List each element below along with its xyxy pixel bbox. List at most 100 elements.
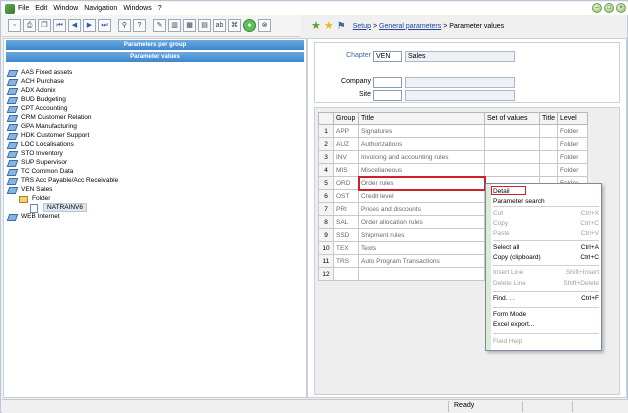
table-row[interactable]: 3 INV Invoicing and accounting rules Folder <box>318 150 588 164</box>
cell-group[interactable]: ORD <box>333 176 359 190</box>
cell-set-of-values[interactable] <box>484 137 540 151</box>
text-icon[interactable]: ▤ <box>198 19 211 32</box>
menu-file[interactable]: File <box>18 5 29 12</box>
context-item-find[interactable]: Find. . . Ctrl+F <box>493 294 599 303</box>
table-row[interactable]: 1 APP Signatures Folder <box>318 124 588 138</box>
context-item-parameter-search[interactable]: Parameter search <box>493 197 599 206</box>
cell-title[interactable]: Invoicing and accounting rules <box>358 150 485 164</box>
tree-item[interactable]: LOC Localisations <box>8 140 306 149</box>
menu-navigation[interactable]: Navigation <box>84 5 117 12</box>
cell-title[interactable]: Prices and discounts <box>358 202 485 216</box>
next-icon[interactable]: ▶ <box>83 19 96 32</box>
go-icon[interactable]: ● <box>243 19 256 32</box>
first-icon[interactable]: ⏮ <box>53 19 66 32</box>
prev-icon[interactable]: ◀ <box>68 19 81 32</box>
cell-level[interactable]: Folder <box>557 163 588 177</box>
chapter-code-field[interactable]: VEN <box>373 51 402 62</box>
tree-item[interactable]: VEN Sales <box>8 185 306 194</box>
tree-item[interactable]: GPA Manufacturing <box>8 122 306 131</box>
favorite-add-icon[interactable]: ★ <box>311 20 321 32</box>
tree-item[interactable]: NATRAINV6 <box>8 203 306 213</box>
tree-item[interactable]: ADX Adonix <box>8 86 306 95</box>
grid-header-level[interactable]: Level <box>557 112 588 125</box>
grid-header-title-2[interactable]: Title <box>539 112 558 125</box>
context-item-detail[interactable]: Detail <box>493 187 599 196</box>
tree-item[interactable]: CPT Accounting <box>8 104 306 113</box>
tree-item[interactable]: ACH Purchase <box>8 77 306 86</box>
cell-title-2[interactable] <box>539 137 558 151</box>
cell-title-2[interactable] <box>539 150 558 164</box>
tree-item[interactable]: BUD Budgeting <box>8 95 306 104</box>
cell-title[interactable]: Order rules <box>357 175 486 191</box>
table-row[interactable]: 2 AUZ Authorizations Folder <box>318 137 588 151</box>
tree-item[interactable]: HDK Customer Support <box>8 131 306 140</box>
breadcrumb-general-parameters[interactable]: General parameters <box>379 23 441 30</box>
tree-item[interactable]: TC Common Data <box>8 167 306 176</box>
cell-level[interactable]: Folder <box>557 124 588 138</box>
cell-set-of-values[interactable] <box>484 150 540 164</box>
print-icon[interactable]: ⎙ <box>23 19 36 32</box>
copy-icon[interactable]: ❐ <box>38 19 51 32</box>
split-icon[interactable]: ▥ <box>168 19 181 32</box>
grid-header-set-of-values[interactable]: Set of values <box>484 112 540 125</box>
cell-title-2[interactable] <box>539 124 558 138</box>
context-item-select-all[interactable]: Select all Ctrl+A <box>493 243 599 252</box>
help-icon[interactable]: ? <box>133 19 146 32</box>
context-item-copy-clipboard[interactable]: Copy (clipboard) Ctrl+C <box>493 253 599 262</box>
cell-group[interactable]: PRI <box>333 202 359 216</box>
tool-icon[interactable]: ⌘ <box>228 19 241 32</box>
stop-icon[interactable]: ⊗ <box>258 19 271 32</box>
cell-group[interactable]: OST <box>333 189 359 203</box>
breadcrumb-setup[interactable]: Setup <box>353 23 371 30</box>
grid-header-title[interactable]: Title <box>358 112 485 125</box>
cell-group[interactable]: INV <box>333 150 359 164</box>
company-field[interactable] <box>373 77 402 88</box>
context-item-form-mode[interactable]: Form Mode <box>493 310 599 319</box>
table-row[interactable]: 4 MIS Miscellaneous Folder <box>318 163 588 177</box>
grid-header-group[interactable]: Group <box>333 112 359 125</box>
parameters-per-group-header[interactable]: Parameters per group <box>6 40 304 50</box>
cell-title[interactable]: Auto Program Transactions <box>358 254 485 268</box>
cell-group[interactable]: SSD <box>333 228 359 242</box>
menu-help[interactable]: ? <box>158 5 162 12</box>
cell-title[interactable]: Signatures <box>358 124 485 138</box>
tree-item[interactable]: Folder <box>8 194 306 203</box>
cell-title[interactable]: Authorizations <box>358 137 485 151</box>
cell-group[interactable]: TRS <box>333 254 359 268</box>
cell-title[interactable]: Shipment rules <box>358 228 485 242</box>
tree-item[interactable]: CRM Customer Relation <box>8 113 306 122</box>
favorite-icon[interactable]: ★ <box>324 20 334 32</box>
new-icon[interactable]: ▫ <box>8 19 21 32</box>
tree-item[interactable]: WEB Internet <box>8 212 306 221</box>
menu-window[interactable]: Window <box>53 5 78 12</box>
last-icon[interactable]: ⏭ <box>98 19 111 32</box>
cell-title[interactable]: Miscellaneous <box>358 163 485 177</box>
cell-set-of-values[interactable] <box>484 124 540 138</box>
cell-group[interactable]: AUZ <box>333 137 359 151</box>
cell-title[interactable]: Credit level <box>358 189 485 203</box>
link-icon[interactable]: ⚲ <box>118 19 131 32</box>
tree-item[interactable]: AAS Fixed assets <box>8 68 306 77</box>
grid-icon[interactable]: ▦ <box>183 19 196 32</box>
tree-item[interactable]: TRS Acc Payable/Acc Receivable <box>8 176 306 185</box>
tree-icon[interactable]: ✎ <box>153 19 166 32</box>
cell-level[interactable]: Folder <box>557 150 588 164</box>
context-item-excel-export[interactable]: Excel export... <box>493 320 599 329</box>
restore-icon[interactable]: □ <box>604 3 614 13</box>
cell-group[interactable]: APP <box>333 124 359 138</box>
cell-title[interactable]: Texts <box>358 241 485 255</box>
pin-icon[interactable]: ⚑ <box>337 21 346 32</box>
close-icon[interactable]: × <box>616 3 626 13</box>
cell-title[interactable] <box>358 267 485 281</box>
cell-level[interactable]: Folder <box>557 137 588 151</box>
cell-title[interactable]: Order allocation rules <box>358 215 485 229</box>
minimize-icon[interactable]: – <box>592 3 602 13</box>
ab-button[interactable]: ab <box>213 19 226 32</box>
cell-group[interactable] <box>333 267 359 281</box>
site-field[interactable] <box>373 90 402 101</box>
cell-group[interactable]: TEX <box>333 241 359 255</box>
parameter-values-header[interactable]: Parameter values <box>6 52 304 62</box>
tree-item[interactable]: STO Inventory <box>8 149 306 158</box>
cell-title-2[interactable] <box>539 163 558 177</box>
tree-item[interactable]: SUP Supervisor <box>8 158 306 167</box>
